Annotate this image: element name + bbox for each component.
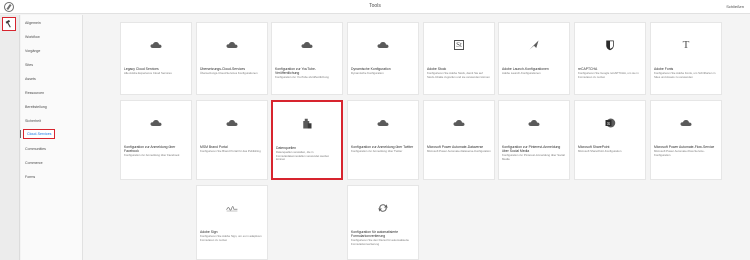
tool-card[interactable]: Konfiguration zur Pinterest-Anmeldung üb… (498, 100, 570, 180)
tool-description: Konfigurieren Sie Brand Portal für das P… (200, 149, 261, 154)
tool-card[interactable]: Konfiguration zur Anmeldung über Faceboo… (120, 100, 192, 180)
tool-name: Konfiguration für automatisierte Formula… (351, 230, 399, 239)
tool-description: Microsoft Power Automate-Flow-Service-Ko… (654, 149, 705, 157)
svg-text:S: S (607, 121, 610, 126)
tool-card[interactable]: T Adobe Fonts Konfigurieren Sie Adobe Fo… (650, 22, 722, 95)
tool-description: Microsoft Power Automate-Dataverse-Konfi… (427, 149, 491, 154)
cloud-icon (226, 42, 238, 48)
fonts-icon: T (682, 39, 690, 51)
tool-description: Konfigurieren Sie Adobe Fonts, um Schrif… (654, 71, 716, 79)
hammer-tool-button[interactable] (2, 17, 16, 31)
recaptcha-icon (606, 40, 614, 51)
tool-description: Konfigurieren Sie Adobe Stock, damit Sie… (427, 71, 490, 79)
category-item[interactable]: Vorgänge (25, 49, 40, 53)
category-item[interactable]: Sicherheit (25, 119, 41, 123)
tool-name: Konfiguration zur Pinterest-Anmeldung üb… (502, 145, 561, 154)
category-item[interactable]: Communities (25, 147, 46, 151)
close-button[interactable]: Schließen (726, 4, 744, 9)
category-item-selected[interactable]: Cloud-Services (19, 129, 56, 139)
category-list: Allgemein Workflow Vorgänge Sites Assets… (19, 15, 83, 260)
category-item[interactable]: Allgemein (25, 21, 41, 25)
tool-description: Alle Adobe Experience Cloud Services (124, 71, 172, 76)
top-bar: Tools Schließen (0, 0, 750, 14)
cloud-icon (680, 120, 692, 126)
tool-card[interactable]: St Adobe Stock Konfigurieren Sie Adobe S… (423, 22, 495, 95)
tool-name: Konfiguration zur Anmeldung über Faceboo… (124, 145, 176, 154)
sync-icon (378, 204, 388, 212)
cloud-icon (377, 42, 389, 48)
cloud-icon (301, 42, 313, 48)
category-item[interactable]: Assets (25, 77, 36, 81)
tool-card[interactable]: Konfiguration für automatisierte Formula… (347, 185, 419, 260)
category-item[interactable]: Commerce (25, 161, 43, 165)
tool-card[interactable]: S Microsoft SharePoint Microsoft SharePo… (574, 100, 646, 180)
sharepoint-icon: S (605, 118, 616, 128)
category-item[interactable]: Forms (25, 175, 35, 179)
category-item[interactable]: Sites (25, 63, 33, 67)
cloud-icon (377, 120, 389, 126)
tool-description: Übersetzungs-Cloud-Services Konfiguratio… (200, 71, 258, 76)
tool-card[interactable]: Adobe Launch-Konfigurationen Adobe Launc… (498, 22, 570, 95)
cloud-icon (528, 120, 540, 126)
tool-card[interactable]: Dynamische Konfiguration Dynamische Konf… (347, 22, 419, 95)
sign-icon (226, 206, 238, 212)
tool-card[interactable]: Konfiguration zur Anmeldung über Twitter… (347, 100, 419, 180)
cloud-icon (453, 120, 465, 126)
page-title: Tools (369, 3, 381, 9)
tool-description: Konfiguration zur Anmeldung über Twitter (351, 149, 403, 154)
tool-card[interactable]: reCAPTCHA Konfigurieren Sie Google reCAP… (574, 22, 646, 95)
stock-icon: St (454, 40, 464, 50)
tool-description: Microsoft SharePoint-Konfiguration (578, 149, 622, 154)
launch-icon (529, 40, 539, 50)
cloud-icon (226, 120, 238, 126)
cloud-icon (150, 120, 162, 126)
category-item[interactable]: Workflow (25, 35, 40, 39)
tool-card[interactable]: Konfiguration zur YouTube-Veröffentlichu… (271, 22, 343, 95)
tool-description: Adobe Launch-Konfigurationen (502, 71, 541, 76)
tool-description: Konfiguration zur Anmeldung über Faceboo… (124, 153, 180, 158)
tool-description: Konfigurieren Sie Google reCAPTCHA, um s… (578, 71, 639, 79)
category-item[interactable]: Ressourcen (25, 91, 44, 95)
tools-rail (0, 15, 20, 260)
tool-description: Konfiguration zur Pinterest-Anmeldung üb… (502, 153, 565, 161)
tool-card[interactable]: Legacy Cloud Services Alle Adobe Experie… (120, 22, 192, 95)
tool-card[interactable]: Microsoft Power Automate-Flow-Service Mi… (650, 100, 722, 180)
tool-card[interactable]: MSM Brand Portal Konfigurieren Sie Brand… (196, 100, 268, 180)
tool-description: Dynamische Konfiguration (351, 71, 384, 76)
hammer-icon (5, 20, 11, 28)
datasource-icon (303, 118, 312, 129)
tool-description: Datenquellen verwalten, die in Formulard… (276, 150, 330, 162)
tool-description: Konfigurieren Sie Adobe Sign, um es in a… (200, 234, 262, 242)
tool-name: Konfiguration zur YouTube-Veröffentlichu… (275, 67, 316, 76)
category-item[interactable]: Bereitstellung (25, 105, 47, 109)
tool-description: Konfigurieren Sie den Dienst für automat… (351, 238, 409, 246)
tool-card[interactable]: Microsoft Power Automate-Dataverse Micro… (423, 100, 495, 180)
tool-card[interactable]: Übersetzungs-Cloud-Services Übersetzungs… (196, 22, 268, 95)
tool-description: Konfiguration zur YouTube-Veröffentlichu… (275, 75, 329, 80)
tool-card-datenquellen[interactable]: Datenquellen Datenquellen verwalten, die… (271, 100, 343, 180)
tool-card[interactable]: Adobe Sign Konfigurieren Sie Adobe Sign,… (196, 185, 268, 260)
cloud-icon (150, 42, 162, 48)
